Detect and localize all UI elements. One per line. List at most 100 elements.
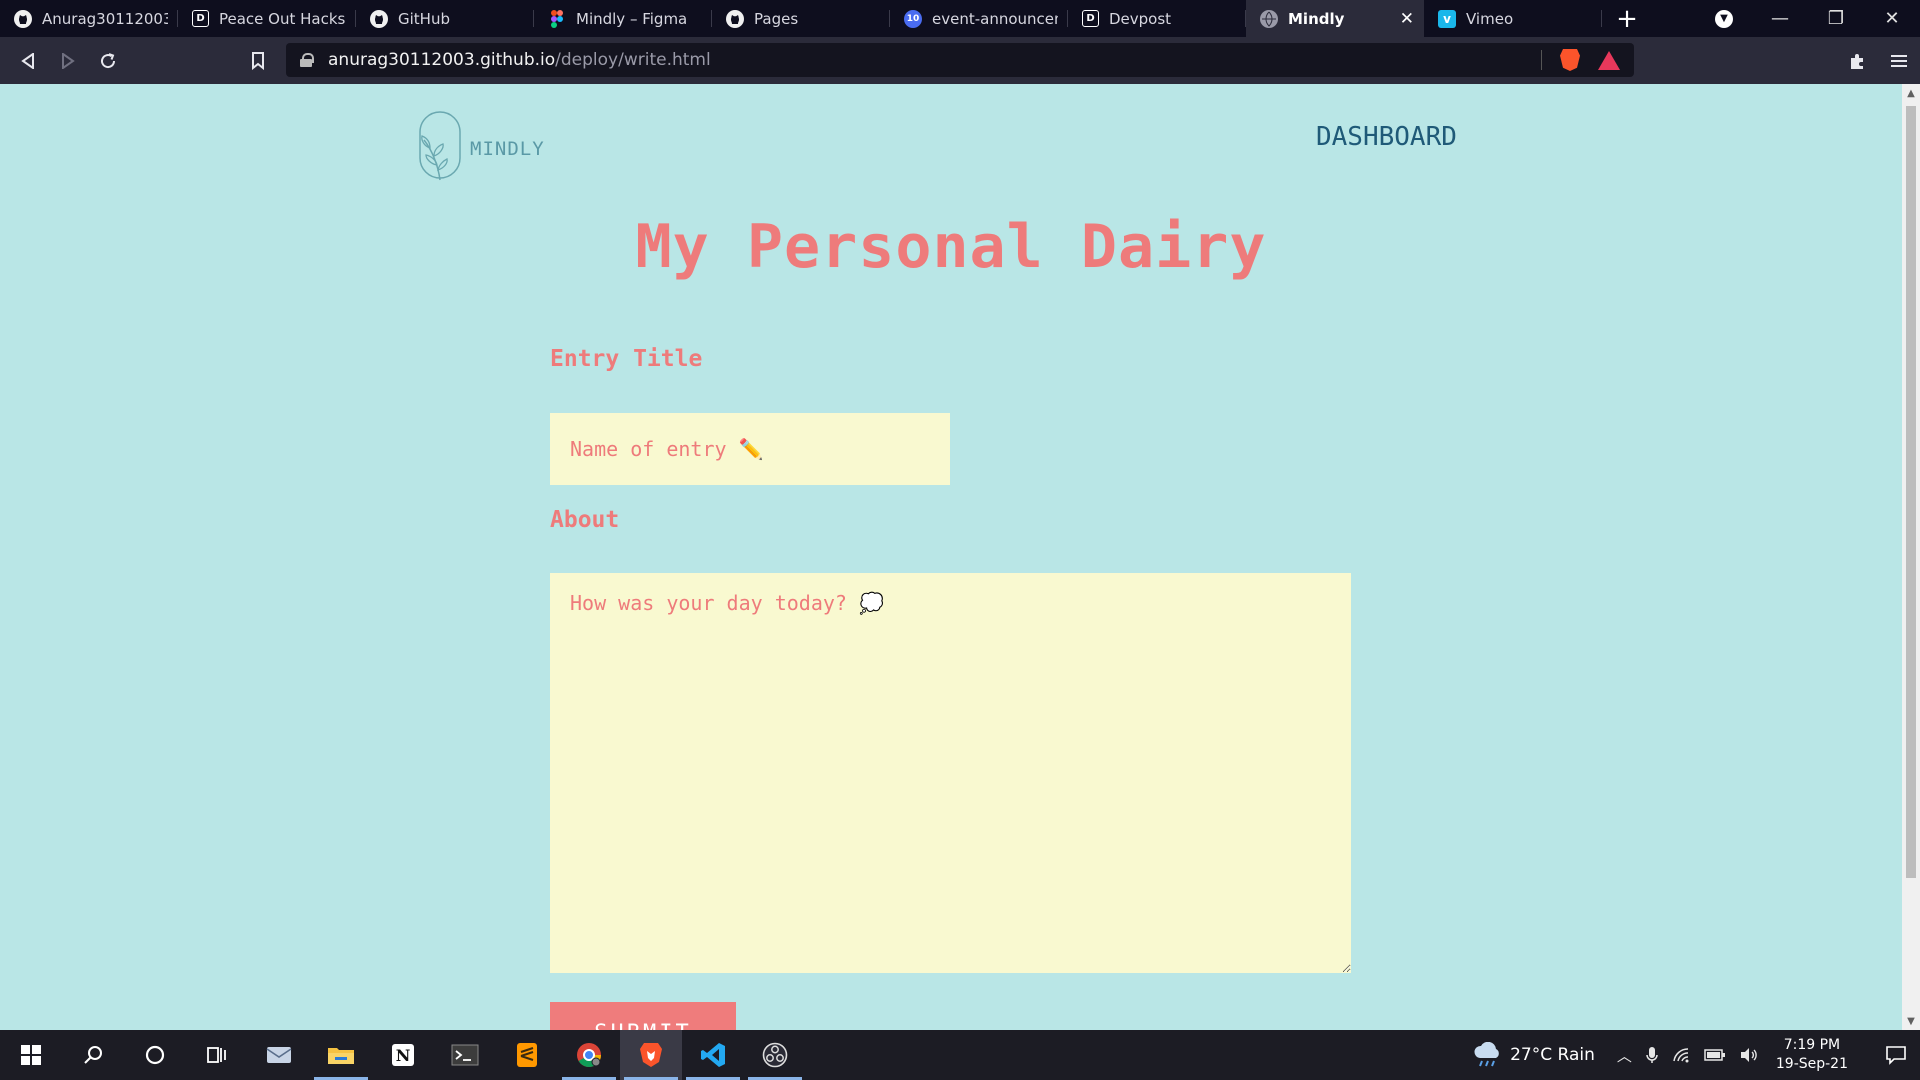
devpost-icon: D (1082, 10, 1099, 27)
weather-text: 27°C Rain (1510, 1045, 1595, 1065)
forward-icon (62, 52, 75, 69)
taskbar-app-sublime-text[interactable] (496, 1030, 558, 1080)
taskbar-app-file-explorer[interactable] (310, 1030, 372, 1080)
browser-tab[interactable]: GitHub (356, 0, 534, 37)
leaf-logo-icon (419, 111, 461, 181)
taskbar-app-vscode[interactable] (682, 1030, 744, 1080)
start-button[interactable] (0, 1030, 62, 1080)
browser-tab[interactable]: D Devpost (1068, 0, 1246, 37)
sublime-text-icon (517, 1043, 537, 1067)
cortana-icon (145, 1045, 165, 1065)
new-tab-button[interactable]: + (1602, 0, 1652, 37)
url-host: anurag30112003.github.io (328, 50, 556, 70)
rain-cloud-icon (1474, 1042, 1499, 1067)
tab-list: Anurag30112003/M D Peace Out Hacks: Le GitH… (0, 0, 1602, 37)
browser-tab[interactable]: Mindly – Figma (534, 0, 712, 37)
taskbar-app-chrome[interactable] (558, 1030, 620, 1080)
hamburger-icon (1891, 54, 1907, 67)
folder-icon (328, 1048, 354, 1064)
browser-tab[interactable]: 10 event-announceme (890, 0, 1068, 37)
taskbar-app-notion[interactable]: N (372, 1030, 434, 1080)
reload-button[interactable] (88, 41, 128, 81)
chevron-up-icon[interactable]: ︿ (1617, 1045, 1632, 1066)
browser-toolbar: anurag30112003.github.io/deploy/write.ht… (0, 37, 1920, 84)
github-icon (726, 9, 744, 28)
windows-taskbar: N 27°C Rain ︿ 7:19 PM 19-Sep-21 (0, 1030, 1920, 1080)
tab-label: Devpost (1109, 9, 1172, 28)
taskbar-app-mail[interactable] (248, 1030, 310, 1080)
taskbar-clock[interactable]: 7:19 PM 19-Sep-21 (1776, 1036, 1848, 1074)
tab-label: Peace Out Hacks: Le (219, 9, 346, 28)
globe-icon (1260, 9, 1278, 28)
battery-icon[interactable] (1704, 1048, 1726, 1062)
menu-button[interactable] (1878, 41, 1920, 81)
logo-text: MINDLY (470, 138, 545, 160)
windows-logo-icon (21, 1045, 41, 1065)
lock-icon (300, 53, 314, 67)
volume-icon[interactable] (1740, 1047, 1758, 1063)
browser-tab[interactable]: D Peace Out Hacks: Le (178, 0, 356, 37)
tab-separator (1601, 10, 1602, 27)
bookmark-button[interactable] (238, 41, 278, 81)
task-view-icon (207, 1047, 226, 1063)
extensions-button[interactable] (1836, 41, 1878, 81)
brave-shields-icon[interactable] (1560, 49, 1580, 71)
cortana-button[interactable] (124, 1030, 186, 1080)
page-scrollbar[interactable]: ▲ ▼ (1902, 84, 1920, 1030)
browser-tab[interactable]: Pages (712, 0, 890, 37)
submit-button[interactable]: SUBMIT (550, 1002, 736, 1030)
obs-icon (762, 1042, 788, 1068)
close-tab-icon[interactable]: ✕ (1400, 9, 1414, 29)
tab-label: Mindly (1288, 9, 1345, 28)
minimize-button[interactable]: — (1752, 0, 1808, 37)
brave-icon (640, 1043, 662, 1067)
page-content: MINDLY DASHBOARD My Personal Dairy Entry… (0, 84, 1902, 1030)
brave-rewards-icon[interactable] (1598, 50, 1620, 70)
address-bar[interactable]: anurag30112003.github.io/deploy/write.ht… (286, 43, 1634, 77)
restore-button[interactable]: ❐ (1808, 0, 1864, 37)
mindly-logo[interactable]: MINDLY (418, 110, 545, 182)
tab-search-button[interactable]: ▼ (1696, 0, 1752, 37)
wifi-icon[interactable] (1672, 1047, 1690, 1063)
devpost-icon: D (192, 10, 209, 27)
github-icon (370, 9, 388, 28)
tab-label: Anurag30112003/M (42, 9, 168, 28)
search-button[interactable] (62, 1030, 124, 1080)
taskbar-app-brave[interactable] (620, 1030, 682, 1080)
forward-button[interactable] (48, 41, 88, 81)
taskbar-app-terminal[interactable] (434, 1030, 496, 1080)
weather-widget[interactable]: 27°C Rain (1472, 1042, 1595, 1068)
tab-label: event-announceme (932, 9, 1058, 28)
notification-icon (1886, 1046, 1906, 1065)
close-window-button[interactable]: ✕ (1864, 0, 1920, 37)
browser-tab-strip: Anurag30112003/M D Peace Out Hacks: Le GitH… (0, 0, 1920, 37)
scroll-down-arrow-icon[interactable]: ▼ (1902, 1012, 1920, 1030)
mail-app-icon (266, 1047, 292, 1063)
entry-title-input[interactable] (550, 413, 950, 485)
browser-tab[interactable]: Mindly ✕ (1246, 0, 1424, 37)
about-textarea[interactable] (550, 573, 1351, 973)
taskbar-app-obs[interactable] (744, 1030, 806, 1080)
dashboard-link[interactable]: DASHBOARD (1316, 122, 1457, 152)
microphone-icon[interactable] (1646, 1046, 1658, 1064)
notion-icon: N (392, 1044, 414, 1066)
browser-tab[interactable]: v Vimeo (1424, 0, 1602, 37)
system-tray: 27°C Rain ︿ 7:19 PM 19-Sep-21 (1472, 1030, 1920, 1080)
bookmark-icon (252, 51, 264, 70)
svg-text:N: N (396, 1046, 411, 1065)
chrome-icon (577, 1043, 601, 1068)
notification-center-button[interactable] (1872, 1030, 1920, 1080)
tab-label: Mindly – Figma (576, 9, 688, 28)
figma-icon (548, 9, 566, 28)
window-controls: ▼ — ❐ ✕ (1696, 0, 1920, 37)
reload-icon (101, 52, 116, 68)
tab-label: Pages (754, 9, 799, 28)
scrollbar-thumb[interactable] (1906, 106, 1916, 878)
scroll-up-arrow-icon[interactable]: ▲ (1902, 84, 1920, 102)
vimeo-icon: v (1438, 9, 1456, 28)
browser-tab[interactable]: Anurag30112003/M (0, 0, 178, 37)
url-path: /deploy/write.html (555, 50, 711, 70)
clock-date: 19-Sep-21 (1775, 1056, 1848, 1072)
back-button[interactable] (8, 41, 48, 81)
task-view-button[interactable] (186, 1030, 248, 1080)
